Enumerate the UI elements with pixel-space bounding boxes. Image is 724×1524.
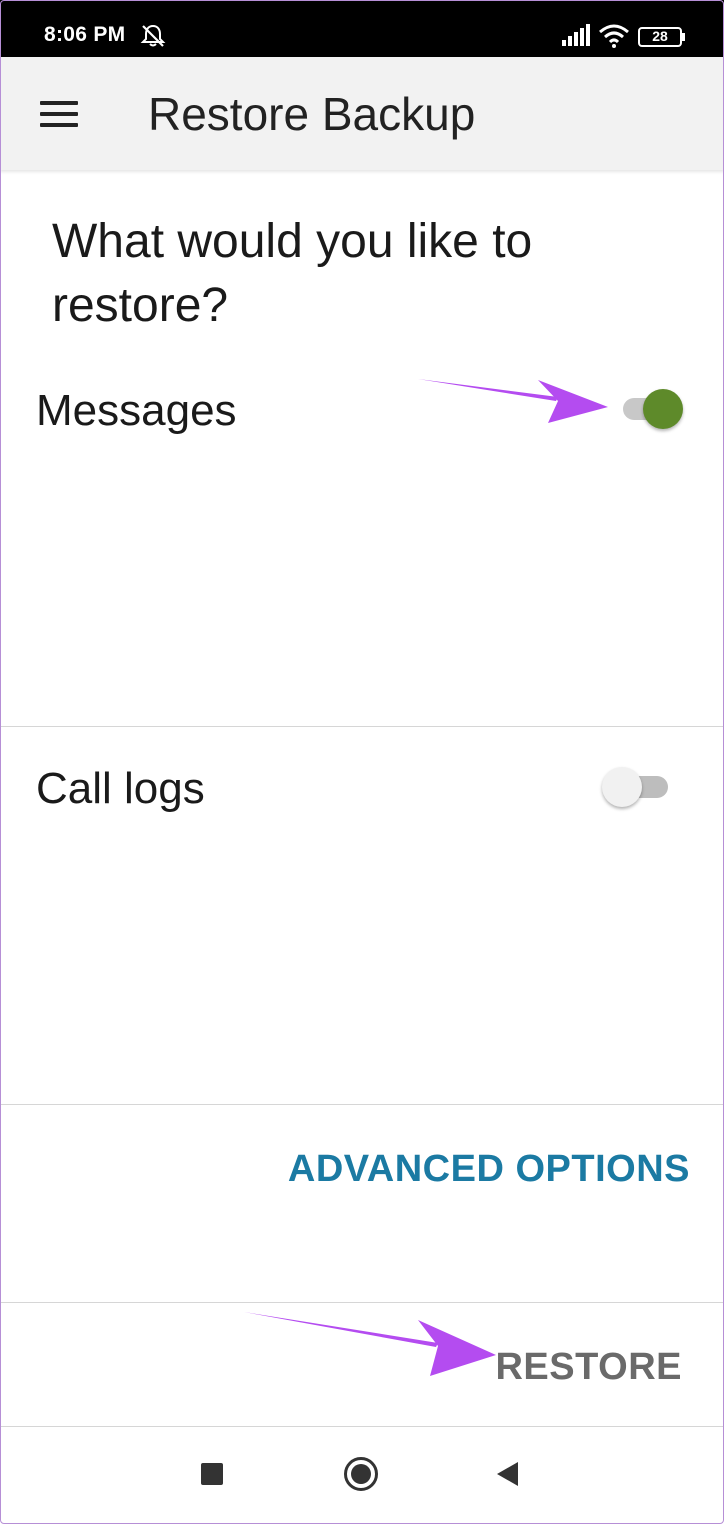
navigation-bar <box>0 1427 724 1524</box>
back-icon[interactable] <box>497 1462 518 1486</box>
call-logs-label: Call logs <box>36 764 205 813</box>
bell-off-icon <box>140 24 166 47</box>
signal-icon <box>562 24 590 46</box>
home-icon[interactable] <box>344 1457 378 1491</box>
wifi-icon <box>599 24 629 48</box>
page-title: Restore Backup <box>148 88 476 140</box>
messages-toggle[interactable] <box>619 389 687 429</box>
hamburger-menu-icon[interactable] <box>40 101 78 127</box>
divider <box>0 726 724 727</box>
restore-question: What would you like to restore? <box>52 215 533 332</box>
status-bar: 8:06 PM 28 <box>0 0 724 57</box>
divider <box>0 1104 724 1105</box>
call-logs-toggle[interactable] <box>602 767 670 807</box>
toggle-thumb <box>643 389 683 429</box>
messages-label: Messages <box>36 386 237 435</box>
restore-button[interactable]: RESTORE <box>495 1346 682 1389</box>
divider <box>0 1302 724 1303</box>
annotation-arrow-icon <box>244 1312 496 1376</box>
toggle-thumb <box>602 767 642 807</box>
status-time: 8:06 PM <box>44 23 126 46</box>
app-bar: Restore Backup <box>0 57 724 170</box>
annotation-arrow-icon <box>418 379 608 423</box>
battery-level: 28 <box>652 28 668 44</box>
advanced-options-button[interactable]: ADVANCED OPTIONS <box>288 1148 690 1191</box>
recents-icon[interactable] <box>201 1463 223 1485</box>
